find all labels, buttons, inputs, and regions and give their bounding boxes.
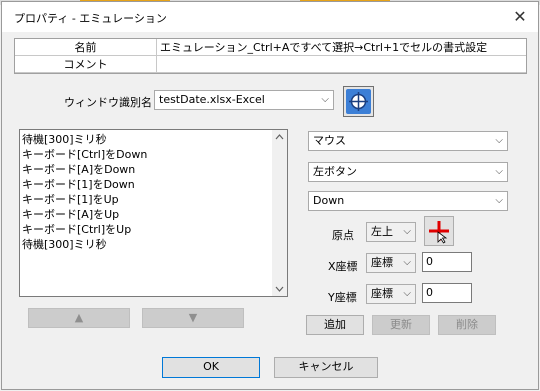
scroll-up-icon: [275, 134, 284, 140]
crosshair-target-icon: [346, 89, 371, 114]
list-item[interactable]: キーボード[Ctrl]をUp: [22, 222, 131, 237]
grid-header-name: 名前: [15, 39, 157, 56]
mouse-button-value: 左ボタン: [313, 165, 357, 178]
y-coord-input[interactable]: 0: [422, 283, 472, 303]
chevron-down-icon: ⌵: [495, 166, 503, 177]
position-picker-button[interactable]: [424, 216, 454, 246]
chevron-down-icon: ⌵: [403, 226, 411, 237]
grid-header-comment: コメント: [15, 56, 157, 73]
action-select[interactable]: Down ⌵: [308, 191, 508, 211]
cancel-button[interactable]: キャンセル: [274, 357, 378, 378]
scroll-down-icon: [275, 286, 284, 292]
origin-value: 左上: [371, 225, 393, 238]
list-item[interactable]: キーボード[1]をDown: [22, 177, 135, 192]
device-select[interactable]: マウス ⌵: [308, 131, 508, 151]
x-mode-value: 座標: [371, 256, 393, 269]
list-item[interactable]: キーボード[A]をDown: [22, 162, 135, 177]
add-button[interactable]: 追加: [306, 315, 364, 335]
scrollbar-arrows: [275, 134, 284, 292]
update-button[interactable]: 更新: [372, 315, 430, 335]
x-coord-label: X座標: [328, 260, 358, 273]
y-mode-select[interactable]: 座標 ⌵: [366, 284, 416, 304]
title-bar: プロパティ - エミュレーション ✕: [2, 2, 538, 32]
steps-listbox[interactable]: 待機[300]ミリ秒 キーボード[Ctrl]をDown キーボード[A]をDow…: [19, 129, 288, 297]
delete-button[interactable]: 削除: [438, 315, 496, 335]
close-icon[interactable]: ✕: [506, 4, 534, 30]
action-value: Down: [313, 194, 345, 207]
list-item[interactable]: キーボード[Ctrl]をDown: [22, 147, 147, 162]
window-title: プロパティ - エミュレーション: [14, 12, 167, 25]
window-capture-button[interactable]: [343, 86, 374, 117]
list-item[interactable]: 待機[300]ミリ秒: [22, 237, 107, 252]
grid-row-comment[interactable]: コメント: [15, 56, 526, 73]
x-mode-select[interactable]: 座標 ⌵: [366, 253, 416, 273]
window-id-value: testDate.xlsx-Excel: [159, 93, 265, 106]
y-mode-value: 座標: [371, 287, 393, 300]
grid-row-name[interactable]: 名前 エミュレーション_Ctrl+Aですべて選択→Ctrl+1でセルの書式設定: [15, 39, 526, 56]
chevron-down-icon: ⌵: [321, 94, 329, 105]
y-coord-label: Y座標: [328, 291, 357, 304]
ok-button[interactable]: OK: [162, 357, 260, 378]
properties-grid: 名前 エミュレーション_Ctrl+Aですべて選択→Ctrl+1でセルの書式設定 …: [14, 38, 527, 74]
window-id-select[interactable]: testDate.xlsx-Excel ⌵: [154, 90, 334, 110]
list-item[interactable]: 待機[300]ミリ秒: [22, 132, 107, 147]
chevron-down-icon: ⌵: [403, 257, 411, 268]
mouse-button-select[interactable]: 左ボタン ⌵: [308, 162, 508, 182]
list-item[interactable]: キーボード[A]をUp: [22, 207, 119, 222]
origin-select[interactable]: 左上 ⌵: [366, 222, 416, 242]
device-value: マウス: [313, 134, 346, 147]
chevron-down-icon: ⌵: [495, 135, 503, 146]
move-down-button[interactable]: ▼: [142, 308, 244, 328]
grid-value-comment[interactable]: [158, 56, 160, 73]
chevron-down-icon: ⌵: [403, 288, 411, 299]
triangle-up-icon: ▲: [74, 311, 84, 324]
grid-value-name[interactable]: エミュレーション_Ctrl+Aですべて選択→Ctrl+1でセルの書式設定: [158, 39, 487, 56]
list-item[interactable]: キーボード[1]をUp: [22, 192, 119, 207]
chevron-down-icon: ⌵: [495, 195, 503, 206]
red-crosshair-picker-icon: [429, 221, 449, 244]
window-id-label: ウィンドウ識別名: [64, 96, 152, 109]
x-coord-input[interactable]: 0: [422, 252, 472, 272]
origin-label: 原点: [332, 229, 354, 242]
list-scrollbar[interactable]: [272, 130, 287, 296]
triangle-down-icon: ▼: [188, 311, 198, 324]
move-up-button[interactable]: ▲: [28, 308, 130, 328]
properties-dialog: プロパティ - エミュレーション ✕ 名前 エミュレーション_Ctrl+Aですべ…: [1, 1, 539, 390]
